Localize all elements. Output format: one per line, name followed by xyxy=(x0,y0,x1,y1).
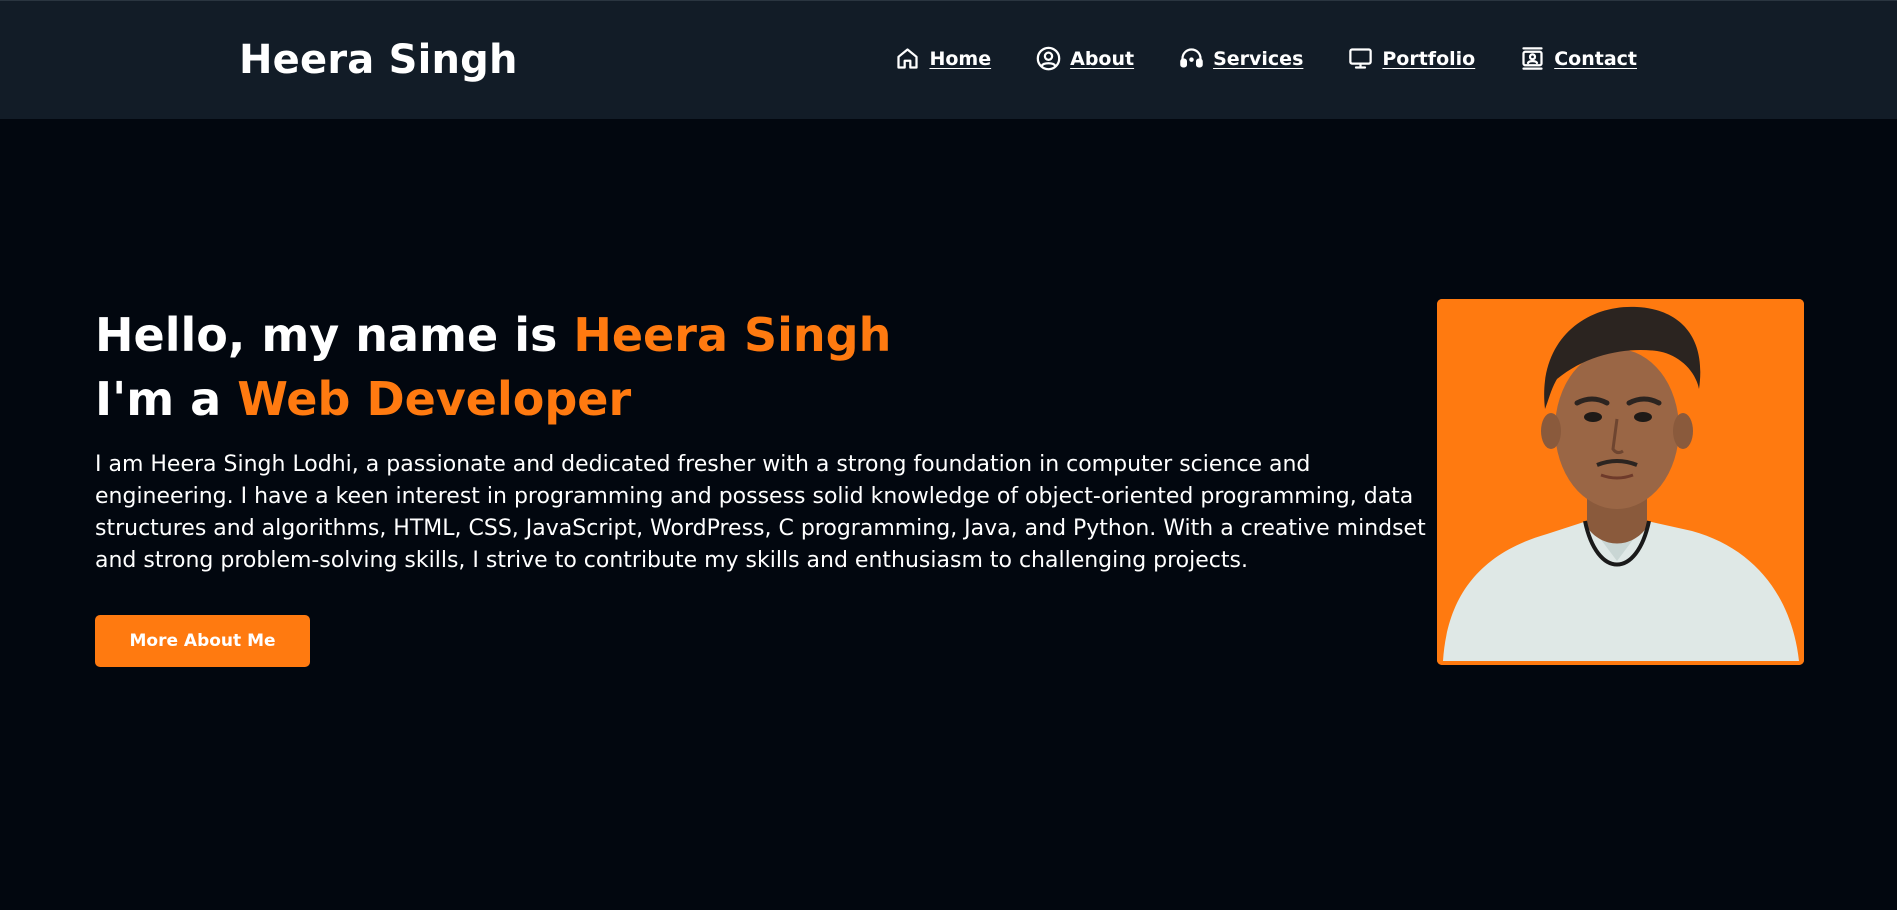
nav-label-services: Services xyxy=(1213,47,1304,70)
headset-icon xyxy=(1178,45,1205,72)
hero-role: I'm a Web Developer xyxy=(95,367,1435,431)
role-title: Web Developer xyxy=(237,372,632,426)
nav-label-about: About xyxy=(1070,47,1135,70)
role-prefix: I'm a xyxy=(95,372,238,426)
site-brand[interactable]: Heera Singh xyxy=(239,37,518,83)
nav-item-about[interactable]: About xyxy=(1035,45,1134,72)
hero-bio: I am Heera Singh Lodhi, a passionate and… xyxy=(95,452,1426,573)
nav-label-contact: Contact xyxy=(1554,47,1637,70)
main-nav: Home About Services Portfolio Contact xyxy=(894,45,1637,72)
nav-label-portfolio: Portfolio xyxy=(1382,47,1476,70)
top-navbar: Heera Singh Home About Services Portfoli… xyxy=(0,0,1897,119)
hero-name: Heera Singh xyxy=(573,308,892,362)
hero-section: Hello, my name is Heera Singh I'm a Web … xyxy=(95,303,1435,577)
nav-label-home: Home xyxy=(929,47,992,70)
contact-card-icon xyxy=(1519,45,1546,72)
nav-item-home[interactable]: Home xyxy=(894,45,991,72)
profile-photo xyxy=(1437,299,1804,665)
nav-item-portfolio[interactable]: Portfolio xyxy=(1347,45,1475,72)
more-about-me-button[interactable]: More About Me xyxy=(95,615,310,667)
monitor-icon xyxy=(1347,45,1374,72)
greeting-prefix: Hello, my name is xyxy=(95,308,574,362)
user-circle-icon xyxy=(1035,45,1062,72)
nav-item-services[interactable]: Services xyxy=(1178,45,1303,72)
home-icon xyxy=(894,45,921,72)
nav-item-contact[interactable]: Contact xyxy=(1519,45,1637,72)
hero-greeting: Hello, my name is Heera Singh xyxy=(95,303,1435,367)
